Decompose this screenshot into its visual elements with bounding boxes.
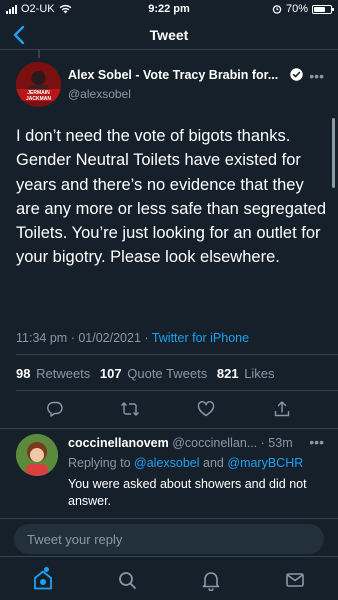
status-right: 70% [272, 3, 334, 15]
tweet-actions [0, 400, 338, 420]
more-options-icon[interactable]: ••• [309, 68, 324, 84]
divider [0, 428, 338, 429]
likes-link[interactable]: 821 Likes [217, 366, 275, 381]
divider [16, 354, 338, 355]
quote-tweets-label: Quote Tweets [127, 366, 208, 381]
meta-separator: · [70, 331, 75, 345]
thread-line [38, 50, 40, 58]
divider [0, 518, 338, 519]
reply-avatar[interactable] [16, 434, 58, 476]
likes-count: 821 [216, 366, 239, 381]
share-icon[interactable] [273, 400, 291, 418]
tweet-time: 11:34 pm [16, 331, 68, 345]
author-name[interactable]: Alex Sobel - Vote Tracy Brabin for... [68, 68, 278, 82]
battery-icon [312, 4, 334, 14]
tweet-source-link[interactable]: Twitter for iPhone [152, 331, 249, 345]
like-icon[interactable] [197, 400, 215, 418]
replying-to-and: and [203, 456, 224, 470]
reply-author-handle[interactable]: @coccinellan... [172, 436, 257, 450]
replying-to-prefix: Replying to [68, 456, 131, 470]
reply-input-placeholder: Tweet your reply [27, 532, 123, 547]
retweets-label: Retweets [36, 366, 91, 381]
reply-more-options-icon[interactable]: ••• [309, 434, 324, 450]
avatar-caption: JERMAIN JACKMAN [26, 90, 51, 102]
tweet-text: I don’t need the vote of bigots thanks. … [16, 127, 327, 267]
engagement-counts: 98 Retweets 107 Quote Tweets 821 Likes [16, 366, 275, 381]
retweets-count: 98 [16, 366, 31, 381]
tweet-meta: 11:34 pm · 01/02/2021 · Twitter for iPho… [16, 331, 249, 345]
messages-icon[interactable] [285, 569, 305, 591]
reply-avatar-image [16, 434, 58, 476]
reply-time: · 53m [260, 436, 293, 450]
likes-label: Likes [244, 366, 275, 381]
page-title: Tweet [149, 27, 189, 43]
search-icon[interactable] [117, 569, 137, 591]
reply-input[interactable]: Tweet your reply [14, 524, 324, 554]
replying-to-user-link[interactable]: @maryBCHR [227, 456, 303, 470]
quote-tweets-link[interactable]: 107 Quote Tweets [100, 366, 207, 381]
alarm-icon [272, 5, 282, 14]
tweet-author: JERMAIN JACKMAN Alex Sobel - Vote Tracy … [0, 60, 338, 108]
new-content-indicator [44, 567, 49, 572]
reply-author-name[interactable]: coccinellanovem [68, 436, 169, 450]
reply-tweet[interactable]: coccinellanovem @coccinellan... · 53m ••… [0, 430, 338, 516]
meta-separator: · [144, 331, 149, 345]
retweet-icon[interactable] [120, 400, 140, 418]
reply-header: coccinellanovem @coccinellan... · 53m [68, 436, 293, 450]
home-icon[interactable] [33, 569, 53, 591]
reply-icon[interactable] [46, 400, 64, 418]
replying-to-user-link[interactable]: @alexsobel [134, 456, 200, 470]
verified-badge-icon [290, 68, 303, 81]
divider [16, 390, 338, 391]
status-bar: O2-UK 9:22 pm 70% [0, 0, 338, 20]
scrollbar[interactable] [332, 118, 335, 188]
battery-fill [314, 6, 326, 12]
replying-to: Replying to @alexsobel and @maryBCHR [68, 456, 303, 470]
author-handle[interactable]: @alexsobel [68, 87, 131, 101]
reply-text: You were asked about showers and did not… [68, 477, 307, 508]
retweets-link[interactable]: 98 Retweets [16, 366, 90, 381]
tab-bar [0, 556, 338, 600]
tweet-date: 01/02/2021 [78, 331, 141, 345]
nav-bar: Tweet [0, 20, 338, 50]
battery-percent: 70% [285, 3, 308, 15]
notifications-icon[interactable] [201, 569, 221, 591]
quote-tweets-count: 107 [99, 366, 122, 381]
author-avatar[interactable]: JERMAIN JACKMAN [16, 62, 61, 107]
